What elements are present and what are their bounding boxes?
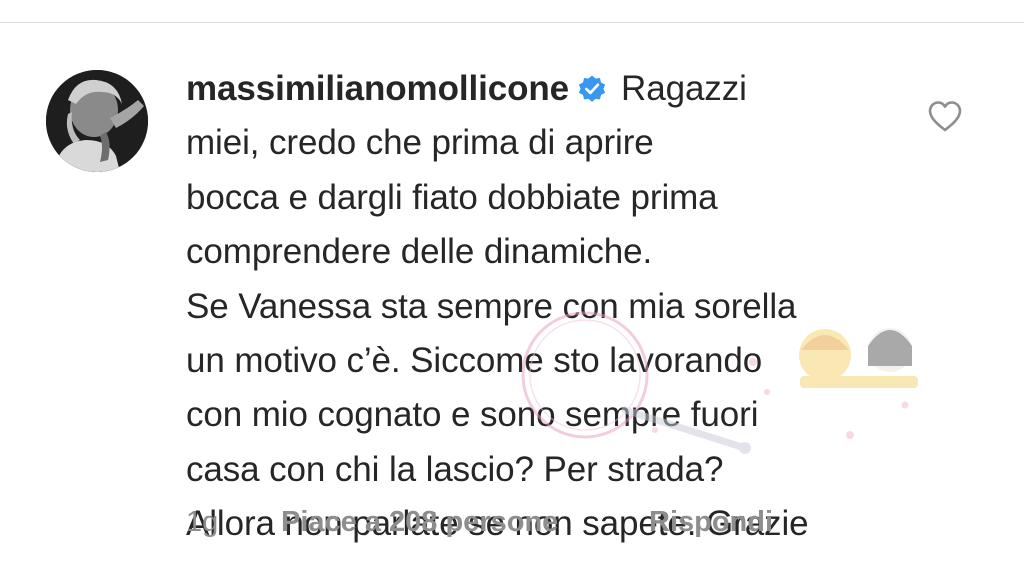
username-link[interactable]: massimilianomollicone [186, 69, 569, 108]
comment-line-3: bocca e dargli fiato dobbiate prima [186, 177, 718, 217]
heart-icon[interactable] [927, 100, 963, 132]
comment-line-2: miei, credo che prima di aprire [186, 123, 654, 163]
avatar-photo [46, 70, 148, 172]
comment-line-5: Se Vanessa sta sempre con mia sorella [186, 286, 797, 326]
comment-line-1: Ragazzi [621, 69, 747, 108]
comment-line-8: casa con chi la lascio? Per strada? [186, 449, 724, 489]
comment-body: massimilianomollicone Ragazzi miei, credo… [186, 62, 906, 552]
comment-time: 1g [186, 506, 219, 538]
comment-line-6: un motivo c’è. Siccome sto lavorando [186, 341, 763, 381]
comment-line-7: con mio cognato e sono sempre fuori [186, 395, 759, 435]
top-divider [0, 22, 1024, 23]
avatar[interactable] [46, 70, 148, 172]
comment-line-4: comprendere delle dinamiche. [186, 232, 653, 272]
likes-count-button[interactable]: Piace a 208 persone [281, 504, 558, 540]
comment-first-line: massimilianomollicone Ragazzi [186, 62, 906, 116]
verified-badge-icon [577, 74, 607, 104]
reply-button[interactable]: Rispondi [649, 504, 773, 540]
